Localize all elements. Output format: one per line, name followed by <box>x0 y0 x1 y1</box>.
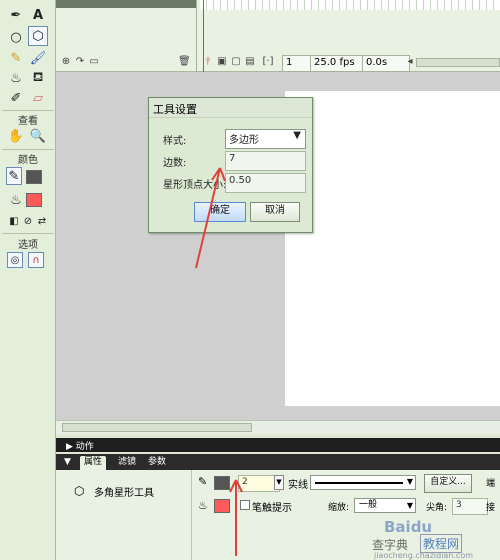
annotation-arrows <box>195 167 243 556</box>
watermark-url: jiaocheng.chazidian.com <box>374 551 474 560</box>
watermark: Baidu 查字典 教程网 jiaocheng.chazidian.com <box>372 518 500 560</box>
red-arrow-to-sides <box>195 167 221 269</box>
red-arrowhead <box>219 167 226 182</box>
